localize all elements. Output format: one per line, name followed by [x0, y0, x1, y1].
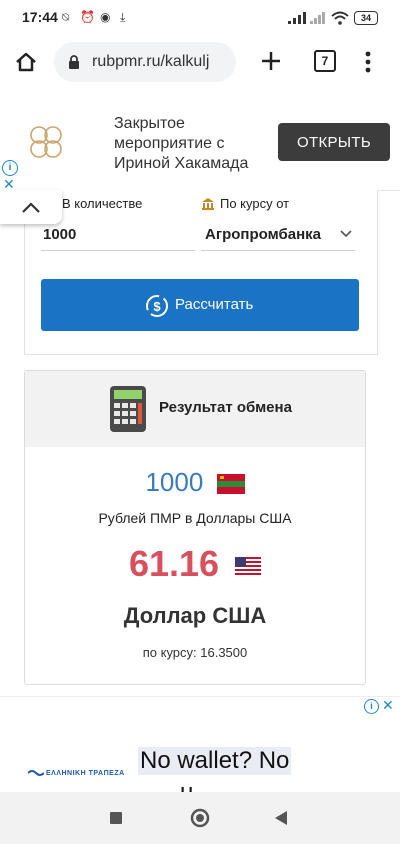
battery-indicator: 34	[354, 11, 378, 25]
bank-label: По курсу от	[220, 196, 290, 211]
result-value: 61.16	[128, 543, 220, 584]
new-tab-icon[interactable]	[261, 51, 281, 71]
collapse-ad-tab[interactable]	[0, 190, 62, 224]
calculator-icon	[110, 386, 146, 432]
bank-logo-text: ΕΛΛΗΝΙΚΗ ΤΡΑΠΕΖΑ	[46, 770, 125, 777]
back-button[interactable]	[274, 810, 288, 826]
status-bar: 17:44 ⍉ ⏰ ◉ ⤓ 34	[0, 0, 400, 36]
bank-underline	[201, 250, 355, 251]
wifi-icon	[331, 11, 349, 25]
mute-icon: ⍉	[62, 10, 70, 24]
amount-underline	[41, 250, 195, 251]
home-icon[interactable]	[14, 50, 38, 74]
result-value-row: 61.16	[25, 543, 365, 585]
download-icon: ⤓	[120, 10, 126, 24]
clover-logo-icon	[30, 126, 62, 158]
exchange-icon: $	[146, 295, 168, 317]
conversion-label: Рублей ПМР в Доллары США	[98, 510, 292, 526]
signal-secondary-icon	[310, 12, 325, 24]
recents-button[interactable]	[110, 812, 122, 824]
tab-switcher-button[interactable]: 7	[314, 50, 336, 72]
pmr-flag-icon	[216, 474, 245, 495]
ad2-headline-cut: u	[180, 779, 194, 793]
alarm-icon: ⏰	[80, 10, 95, 24]
chevron-down-icon[interactable]	[340, 230, 352, 238]
ad2-headline: No wallet? No	[138, 747, 292, 775]
url-text: rubpmr.ru/kalkulj	[92, 53, 210, 70]
amount-input[interactable]: 1000	[43, 226, 76, 243]
calculate-button[interactable]: $ Рассчитать	[41, 279, 359, 331]
menu-icon[interactable]	[364, 51, 372, 73]
home-button[interactable]	[190, 808, 210, 828]
ad-info-icon[interactable]: i	[2, 160, 18, 176]
status-time: 17:44	[22, 9, 58, 25]
browser-toolbar: rubpmr.ru/kalkulj 7	[0, 36, 400, 92]
svg-text:$: $	[153, 299, 161, 314]
lock-icon	[69, 55, 79, 69]
messenger-icon: ◉	[100, 10, 111, 24]
bank-icon	[202, 198, 214, 210]
chevron-up-icon	[22, 202, 40, 213]
result-header: Результат обмена	[25, 371, 365, 447]
calculate-label: Рассчитать	[175, 296, 254, 313]
ad2-info-icon[interactable]: i	[364, 699, 379, 714]
exchange-rate: по курсу: 16.3500	[142, 645, 248, 660]
bottom-ad-banner[interactable]: i ✕ ΕΛΛΗΝΙΚΗ ΤΡΑΠΕΖΑ No wallet? No u	[0, 696, 400, 793]
system-nav-bar	[0, 792, 400, 844]
ad2-close-icon[interactable]: ✕	[382, 697, 394, 714]
result-title: Результат обмена	[159, 399, 292, 416]
bank-logo-icon	[28, 770, 44, 776]
amount-label: В количестве	[62, 196, 143, 211]
source-amount: 1000	[145, 467, 204, 497]
result-card: Результат обмена 1000 Рублей ПМР в Долла…	[24, 370, 366, 685]
signal-icon	[288, 12, 306, 24]
us-flag-icon	[235, 557, 262, 576]
ad-text: Закрытое мероприятие с Ириной Хакамада	[114, 115, 249, 172]
bank-select[interactable]: Агропромбанка	[205, 226, 321, 243]
top-ad-banner[interactable]: Закрытое мероприятие с Ириной Хакамада О…	[0, 94, 400, 191]
ad-open-button[interactable]: ОТКРЫТЬ	[278, 123, 390, 161]
address-bar[interactable]: rubpmr.ru/kalkulj	[54, 42, 236, 82]
currency-name: Доллар США	[123, 603, 267, 628]
source-amount-row: 1000	[25, 467, 365, 498]
